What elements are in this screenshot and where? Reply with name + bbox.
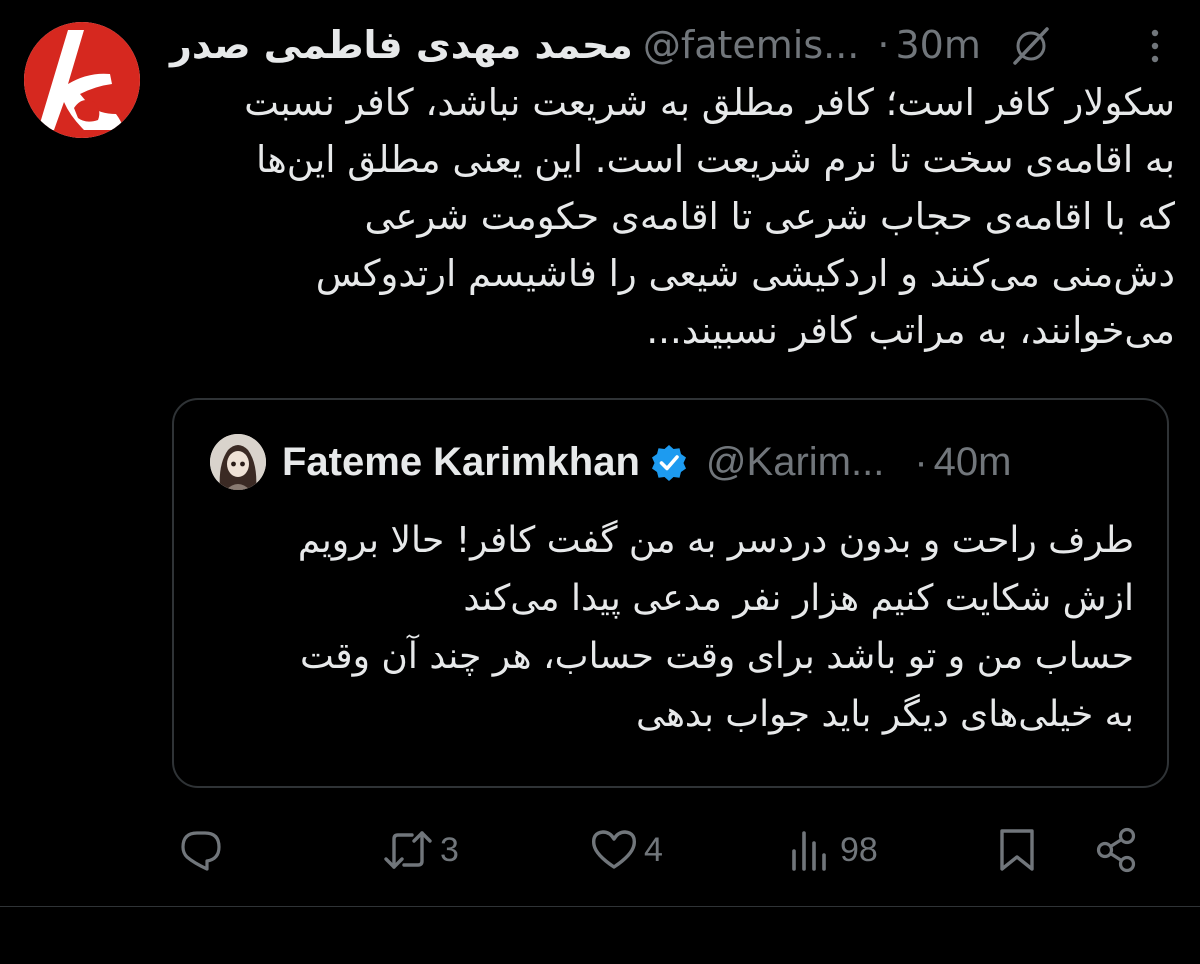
action-bar: 3 4 98 [0, 820, 1200, 880]
quoted-text-line: حساب من و تو باشد برای وقت حساب، هر چند … [300, 636, 1134, 677]
views-count: 98 [840, 830, 878, 869]
views-button[interactable]: 98 [788, 820, 878, 880]
tweet-text: سکولار کافر است؛ کافر مطلق به شریعت نباش… [170, 74, 1175, 359]
separator-dot: · [877, 23, 890, 67]
quoted-text-line: طرف راحت و بدون دردسر به من گفت کافر! حا… [297, 520, 1134, 561]
quoted-text-line: به خیلی‌های دیگر باید جواب بدهی [635, 694, 1134, 735]
retweet-count: 3 [440, 830, 459, 869]
bookmark-icon [1000, 829, 1034, 871]
analytics-icon [792, 831, 826, 871]
tweet-text-line: می‌خوانند، به مراتب کافر نسبیند... [646, 309, 1175, 352]
heart-icon [592, 830, 636, 869]
tweet: محمد مهدی فاطمی صدر @fatemis... · 30m سک… [0, 0, 1200, 964]
retweet-button[interactable]: 3 [382, 820, 459, 880]
more-options-icon[interactable] [1135, 24, 1175, 68]
tweet-text-line: به اقامه‌ی سخت تا نرم شریعت است. این یعن… [256, 138, 1175, 181]
quoted-author-handle[interactable]: @Karim... [706, 440, 884, 485]
quoted-tweet[interactable]: Fateme Karimkhan @Karim... · 40m طرف راح… [172, 398, 1169, 788]
tweet-text-line: سکولار کافر است؛ کافر مطلق به شریعت نباش… [244, 81, 1175, 124]
verified-badge-icon [650, 443, 688, 481]
tweet-time[interactable]: 30m [895, 23, 980, 67]
quoted-author-avatar[interactable] [210, 434, 266, 490]
author-handle[interactable]: @fatemis... [643, 23, 860, 67]
retweet-icon [384, 831, 432, 869]
grok-icon[interactable] [1009, 23, 1053, 67]
bookmark-button[interactable] [996, 820, 1038, 880]
reply-icon [181, 831, 221, 871]
author-name[interactable]: محمد مهدی فاطمی صدر [170, 23, 633, 67]
tweet-header: محمد مهدی فاطمی صدر @fatemis... · 30m [170, 20, 1175, 70]
like-button[interactable]: 4 [590, 820, 663, 880]
tweet-text-line: که با اقامه‌ی حجاب شرعی تا اقامه‌ی حکومت… [364, 195, 1176, 238]
separator-dot: · [914, 439, 928, 484]
quoted-tweet-time[interactable]: 40m [934, 440, 1012, 485]
share-button[interactable] [1094, 820, 1140, 880]
share-icon [1096, 827, 1136, 873]
reply-button[interactable] [178, 820, 230, 880]
quoted-tweet-text: طرف راحت و بدون دردسر به من گفت کافر! حا… [204, 512, 1134, 744]
tweet-text-line: دش‌منی می‌کنند و اردکیشی شیعی را فاشیسم … [315, 252, 1175, 295]
like-count: 4 [644, 830, 663, 869]
divider [0, 906, 1200, 907]
quoted-author-name[interactable]: Fateme Karimkhan [282, 440, 640, 485]
author-avatar[interactable] [24, 22, 140, 138]
quoted-text-line: ازش شکایت کنیم هزار نفر مدعی پیدا می‌کند [463, 578, 1134, 619]
quoted-tweet-header: Fateme Karimkhan @Karim... · 40m [210, 434, 1140, 490]
